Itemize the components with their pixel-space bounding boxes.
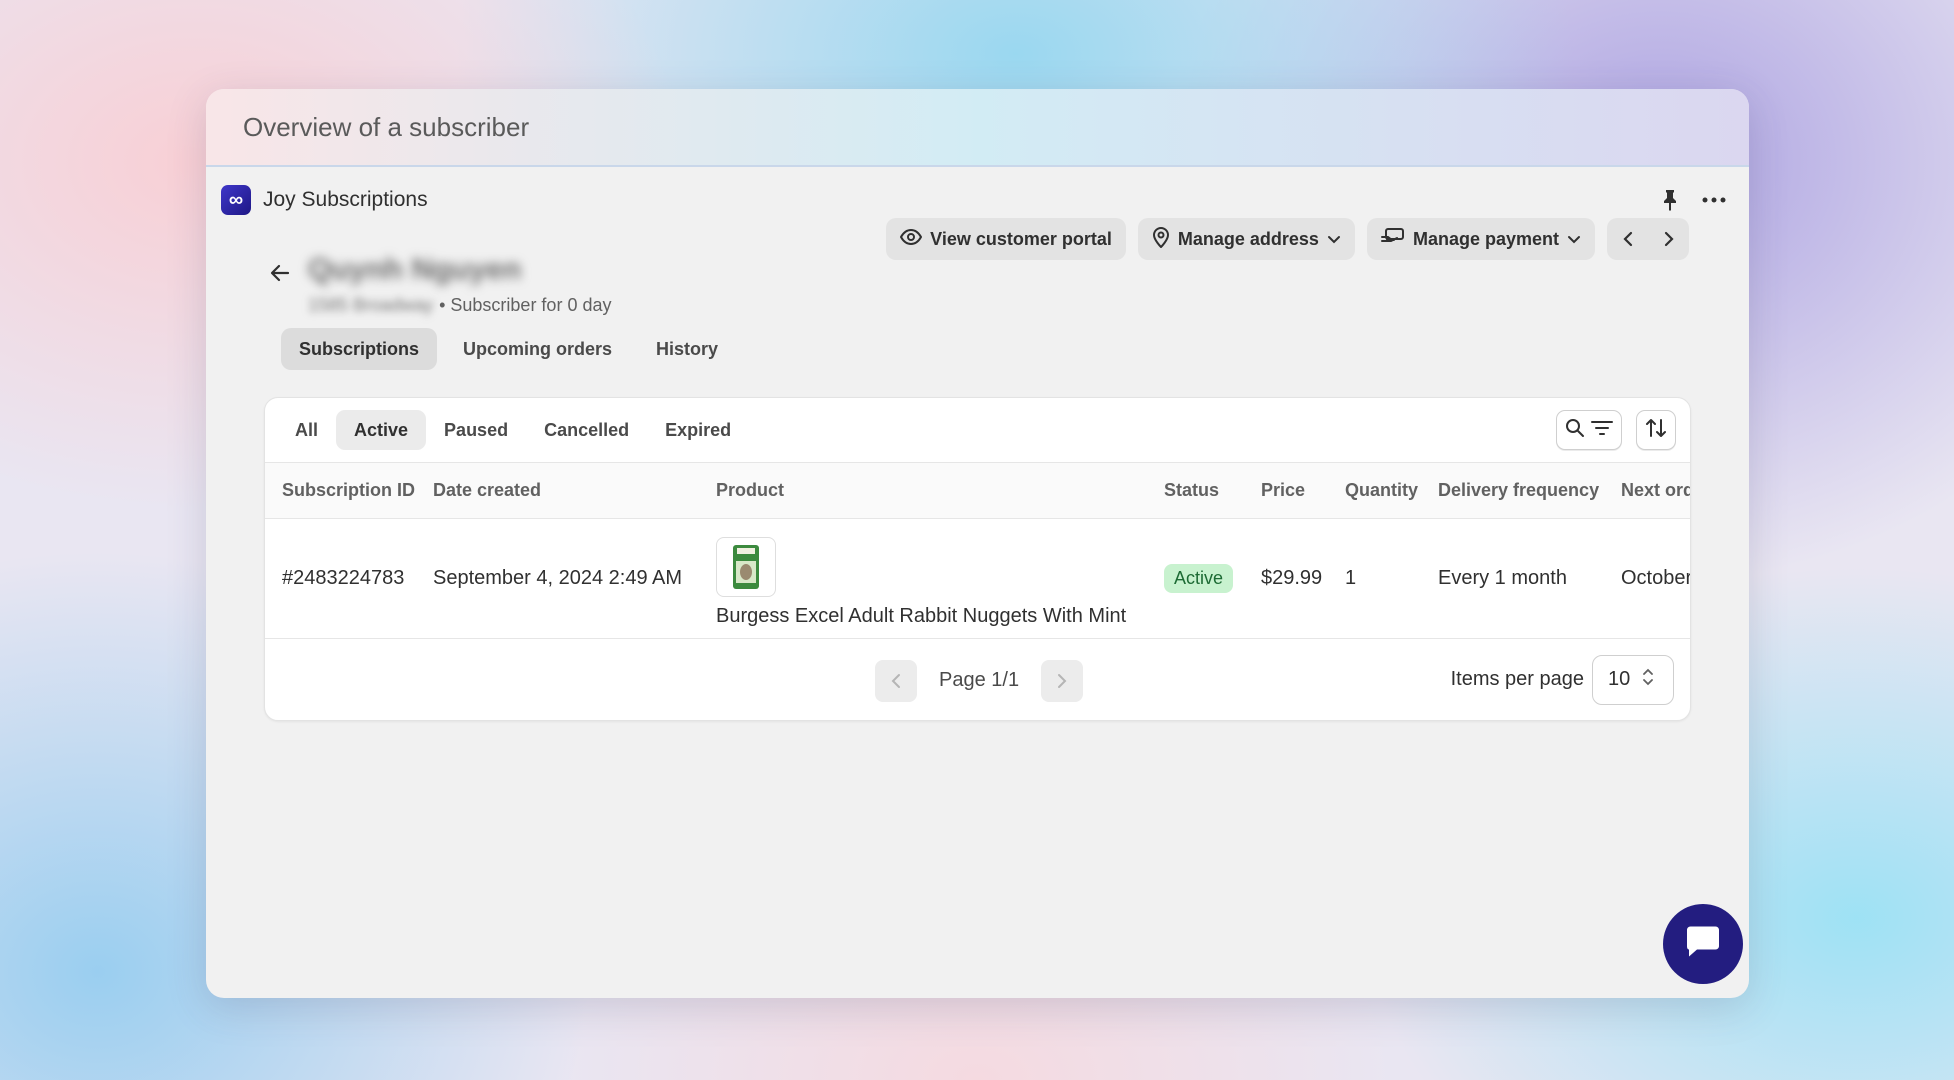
table-row[interactable]: #2483224783 September 4, 2024 2:49 AM Bu… — [265, 518, 1690, 639]
column-next-order[interactable]: Next order — [1621, 463, 1690, 519]
search-filter-button[interactable] — [1556, 410, 1622, 450]
filter-paused[interactable]: Paused — [426, 410, 526, 450]
next-subscriber-button[interactable] — [1648, 218, 1689, 260]
app-logo-icon: ∞ — [221, 185, 251, 215]
filter-cancelled[interactable]: Cancelled — [526, 410, 647, 450]
column-subscription-id[interactable]: Subscription ID — [265, 463, 433, 519]
tab-upcoming-orders[interactable]: Upcoming orders — [445, 328, 630, 370]
product-thumbnail — [716, 536, 776, 597]
subscriber-address: 1585 Broadway — [308, 295, 434, 315]
subscriber-name: Quynh Nguyen — [308, 253, 522, 286]
eye-icon — [900, 228, 923, 250]
payment-hand-icon — [1380, 227, 1405, 251]
chevron-down-icon — [1327, 229, 1341, 250]
view-customer-portal-label: View customer portal — [930, 228, 1112, 249]
cell-next-order: October — [1621, 518, 1690, 639]
chevron-down-icon — [1567, 229, 1581, 250]
select-chevron-icon — [1642, 667, 1654, 693]
items-per-page-value: 10 — [1608, 668, 1631, 690]
column-delivery-frequency[interactable]: Delivery frequency — [1438, 463, 1621, 519]
sort-arrows-icon — [1645, 418, 1667, 443]
location-pin-icon — [1152, 226, 1170, 253]
column-date-created[interactable]: Date created — [433, 463, 716, 519]
filter-lines-icon — [1591, 420, 1613, 441]
table-header-row: Subscription ID Date created Product Sta… — [265, 463, 1690, 519]
manage-payment-button[interactable]: Manage payment — [1366, 218, 1595, 260]
tab-history[interactable]: History — [638, 328, 736, 370]
pin-icon[interactable] — [1660, 189, 1680, 211]
previous-page-button[interactable] — [875, 659, 917, 702]
subscriptions-table: Subscription ID Date created Product Sta… — [265, 463, 1690, 639]
app-window: Overview of a subscriber ∞ Joy Subscript… — [206, 89, 1749, 998]
main-tabs: Subscriptions Upcoming orders History — [281, 328, 736, 370]
chat-support-button[interactable] — [1663, 904, 1743, 984]
cell-subscription-id[interactable]: #2483224783 — [265, 518, 433, 639]
next-page-button[interactable] — [1041, 659, 1084, 702]
cell-status: Active — [1164, 518, 1261, 639]
column-price[interactable]: Price — [1261, 463, 1345, 519]
subscriber-since: • Subscriber for 0 day — [439, 295, 612, 315]
filter-active[interactable]: Active — [336, 410, 427, 450]
header-actions: View customer portal Manage address Mana… — [886, 218, 1689, 260]
manage-address-label: Manage address — [1177, 228, 1319, 249]
column-status[interactable]: Status — [1164, 463, 1261, 519]
filter-all[interactable]: All — [277, 410, 336, 450]
cell-quantity: 1 — [1345, 518, 1438, 639]
cell-product[interactable]: Burgess Excel Adult Rabbit Nuggets With … — [716, 518, 1164, 639]
cell-delivery-frequency: Every 1 month — [1438, 518, 1621, 639]
more-options-icon[interactable] — [1702, 197, 1726, 203]
filter-expired[interactable]: Expired — [647, 410, 749, 450]
subscriber-pagination — [1607, 218, 1689, 260]
app-name: Joy Subscriptions — [263, 188, 428, 211]
status-filter-bar: All Active Paused Cancelled Expired — [265, 398, 1690, 463]
manage-payment-label: Manage payment — [1412, 228, 1559, 249]
sort-button[interactable] — [1636, 410, 1676, 450]
subscriptions-card: All Active Paused Cancelled Expired Subs… — [264, 397, 1691, 721]
search-icon — [1565, 418, 1585, 443]
items-per-page-select[interactable]: 10 — [1592, 654, 1674, 705]
cell-price: $29.99 — [1261, 518, 1345, 639]
product-name: Burgess Excel Adult Rabbit Nuggets With … — [716, 604, 1127, 627]
chat-bubble-icon — [1683, 924, 1723, 965]
items-per-page-label: Items per page — [1450, 668, 1584, 690]
view-customer-portal-button[interactable]: View customer portal — [886, 218, 1126, 260]
cell-date-created: September 4, 2024 2:49 AM — [433, 518, 716, 639]
table-pagination: Page 1/1 Items per page 10 — [265, 639, 1690, 721]
column-product[interactable]: Product — [716, 463, 1164, 519]
status-badge: Active — [1164, 563, 1234, 593]
manage-address-button[interactable]: Manage address — [1137, 218, 1355, 260]
page-indicator: Page 1/1 — [939, 669, 1020, 691]
previous-subscriber-button[interactable] — [1607, 218, 1648, 260]
window-title: Overview of a subscriber — [206, 89, 1749, 167]
tab-subscriptions[interactable]: Subscriptions — [281, 328, 438, 370]
column-quantity[interactable]: Quantity — [1345, 463, 1438, 519]
back-arrow-icon[interactable] — [268, 261, 292, 285]
subscriber-meta: 1585 Broadway • Subscriber for 0 day — [308, 295, 611, 316]
